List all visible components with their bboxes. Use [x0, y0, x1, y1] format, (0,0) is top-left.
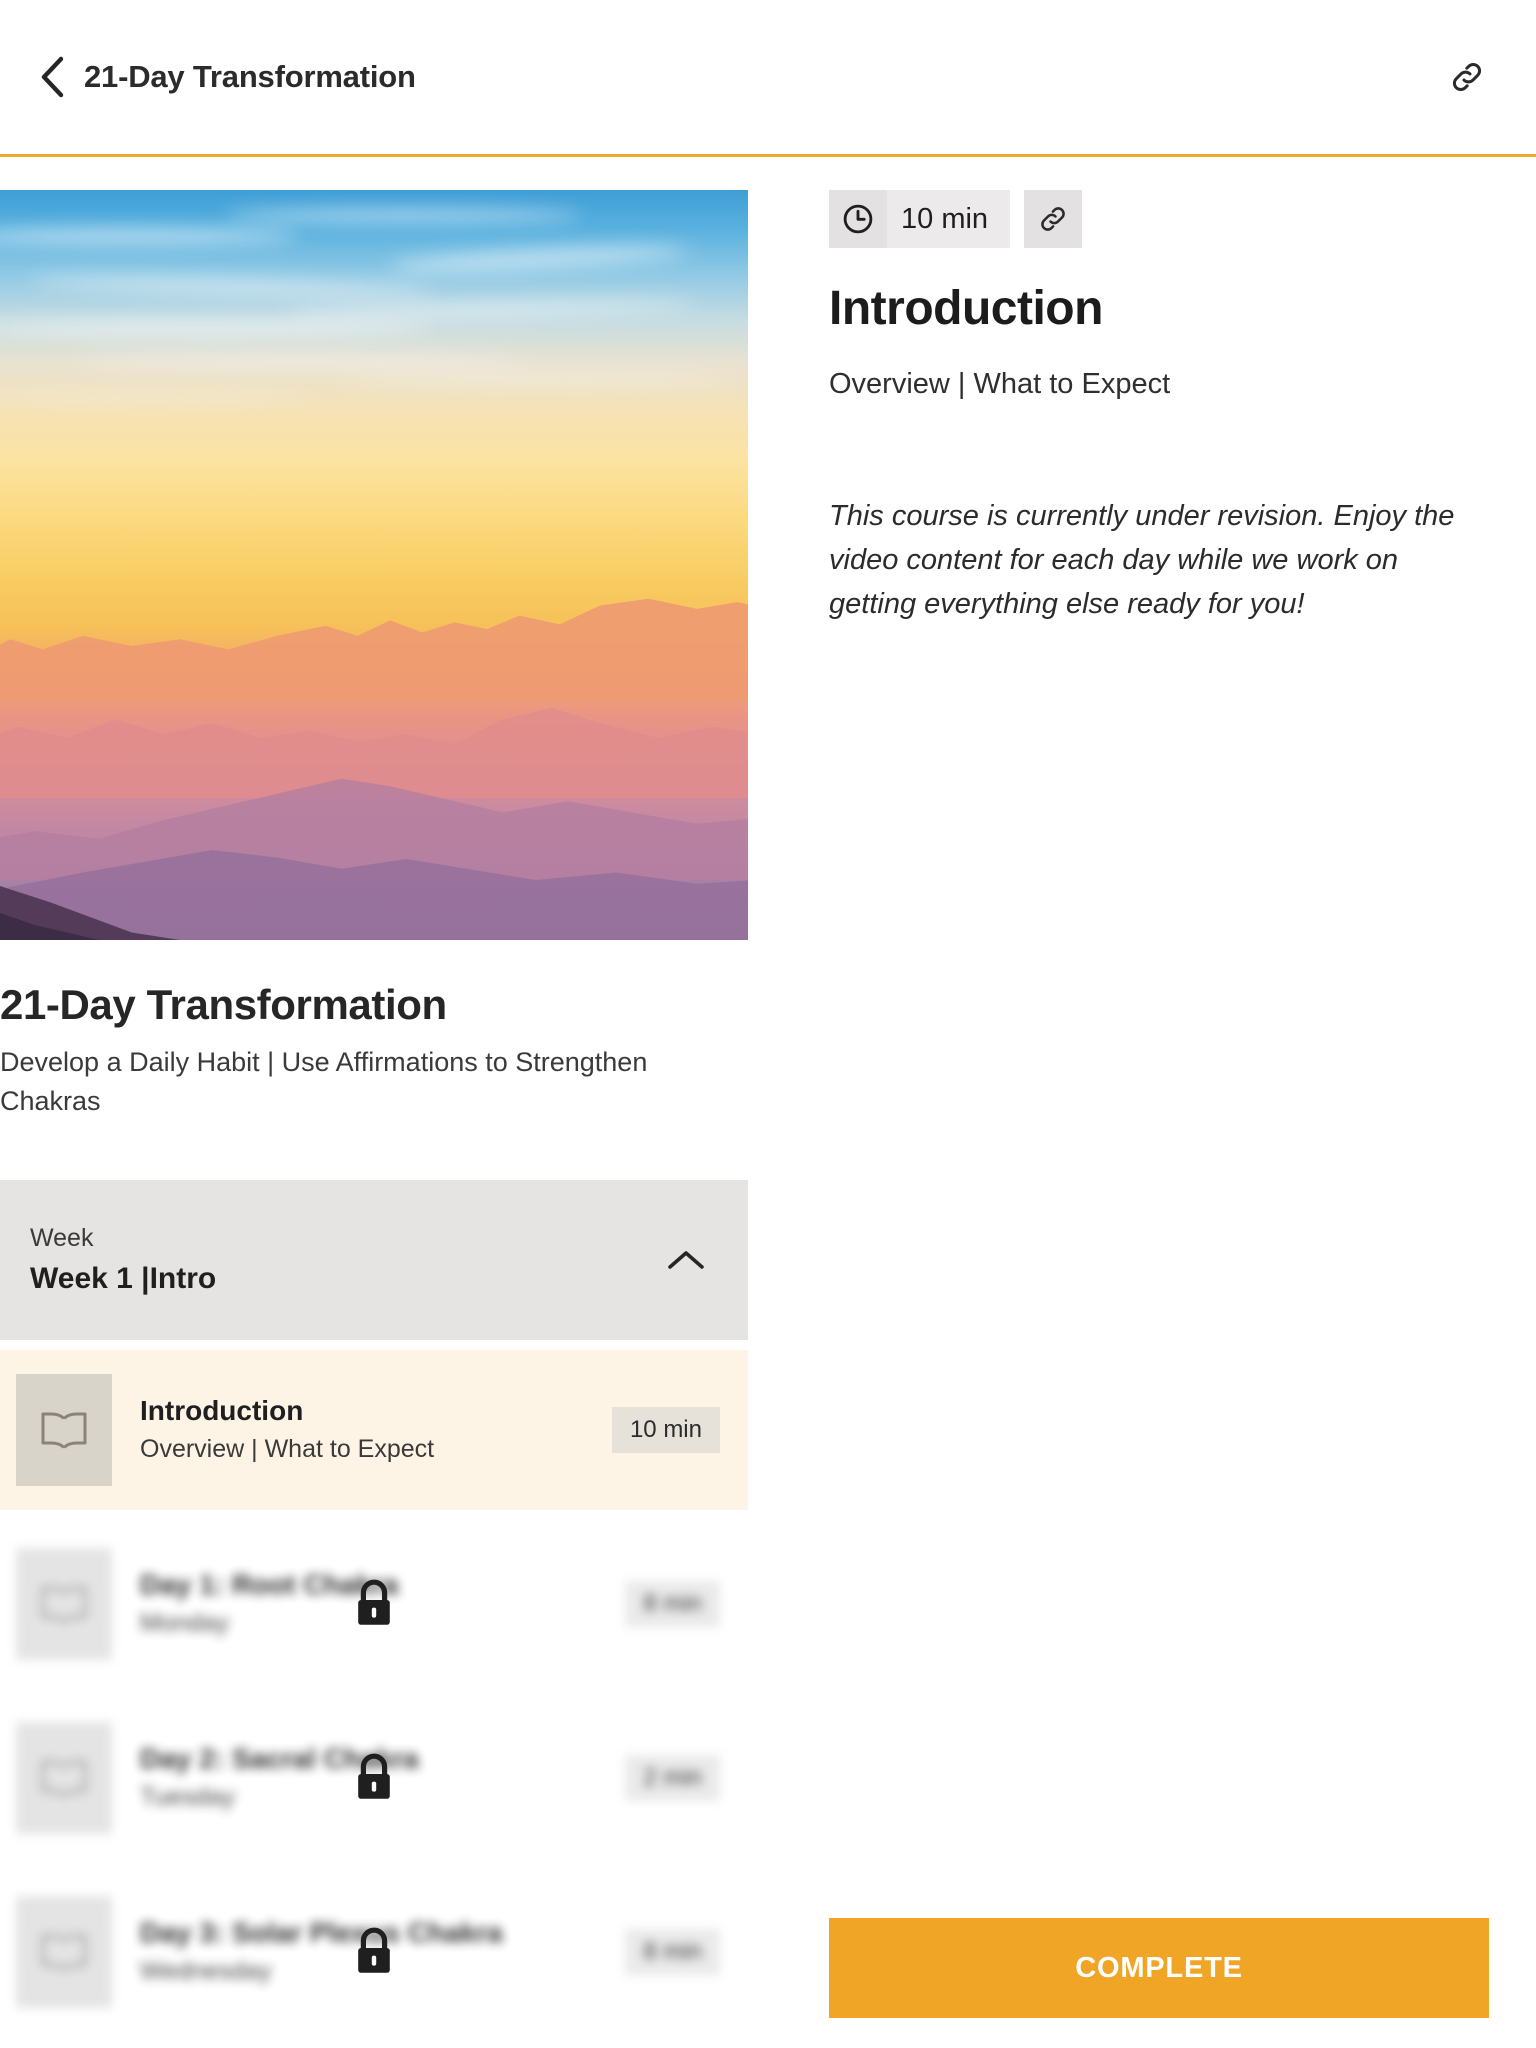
book-icon	[41, 1412, 87, 1449]
lesson-thumbnail	[16, 1548, 112, 1661]
lesson-subtitle: Tuesday	[140, 1783, 235, 1812]
link-icon	[1041, 207, 1065, 231]
lesson-duration-badge: 10 min	[611, 1407, 720, 1454]
lesson-row-introduction[interactable]: Introduction Overview | What to Expect 1…	[0, 1350, 748, 1511]
course-info: 21-Day Transformation Develop a Daily Ha…	[0, 940, 748, 1120]
lesson-subheading: Overview | What to Expect	[829, 368, 1171, 401]
lesson-detail-panel: 10 min Introduction Overview | What to E…	[829, 190, 1489, 2048]
week-text-group: Week Week 1 |Intro	[30, 1223, 664, 1296]
course-sidebar: 21-Day Transformation Develop a Daily Ha…	[0, 190, 748, 2048]
lesson-row-day-3[interactable]: Day 3: Solar Plexus Chakra Wednesday 8 m…	[0, 1872, 748, 2033]
duration-text: 10 min	[901, 202, 989, 235]
revision-note: This course is currently under revision.…	[829, 500, 1455, 621]
lesson-title: Introduction	[140, 1395, 304, 1427]
lesson-thumbnail	[16, 1374, 112, 1487]
lesson-thumbnail	[16, 1722, 112, 1835]
back-button[interactable]	[34, 55, 70, 99]
list-divider	[0, 1858, 748, 1873]
lesson-title: Day 1: Root Chakra	[140, 1569, 399, 1601]
lesson-subtitle: Overview | What to Expect	[140, 1435, 435, 1464]
chevron-left-icon	[41, 56, 64, 98]
week-collapse-toggle[interactable]	[664, 1238, 708, 1282]
lesson-duration-badge: 8 min	[625, 1929, 720, 1976]
slope-dark	[0, 885, 181, 940]
list-divider	[0, 1510, 748, 1525]
book-icon	[41, 1934, 87, 1971]
lesson-row-day-2[interactable]: Day 2: Sacral Chakra Tuesday 2 min	[0, 1698, 748, 1859]
lesson-text-group: Day 1: Root Chakra Monday	[140, 1568, 625, 1639]
share-link-button[interactable]	[1444, 54, 1490, 100]
week-label: Week	[30, 1224, 94, 1253]
lesson-text-group: Day 3: Solar Plexus Chakra Wednesday	[140, 1916, 625, 1987]
book-icon	[41, 1760, 87, 1797]
course-player-screen: 21-Day Transformation 21-Day Transformat…	[0, 0, 1536, 2048]
page-title: 21-Day Transformation	[84, 59, 416, 94]
chevron-up-icon	[668, 1251, 704, 1269]
course-hero-image	[0, 190, 748, 940]
link-icon	[1453, 63, 1481, 91]
lesson-subtitle: Wednesday	[140, 1957, 272, 1986]
lesson-row-day-1[interactable]: Day 1: Root Chakra Monday 8 min	[0, 1524, 748, 1685]
week-accordion-header[interactable]: Week Week 1 |Intro	[0, 1180, 748, 1341]
book-icon	[41, 1586, 87, 1623]
lesson-subtitle: Monday	[140, 1609, 229, 1638]
lesson-duration-badge: 2 min	[625, 1755, 720, 1802]
app-header: 21-Day Transformation	[0, 0, 1536, 157]
lesson-text-group: Introduction Overview | What to Expect	[140, 1394, 612, 1465]
course-subtitle: Develop a Daily Habit | Use Affirmations…	[0, 1047, 648, 1116]
lesson-title: Day 2: Sacral Chakra	[140, 1743, 419, 1775]
lesson-title: Day 3: Solar Plexus Chakra	[140, 1917, 503, 1949]
week-value: Week 1 |Intro	[30, 1261, 217, 1295]
clock-icon	[843, 204, 873, 234]
list-divider	[0, 1684, 748, 1699]
lesson-meta-row: 10 min	[829, 190, 1489, 248]
lesson-list: Introduction Overview | What to Expect 1…	[0, 1350, 748, 2048]
lesson-text-group: Day 2: Sacral Chakra Tuesday	[140, 1742, 625, 1813]
course-title: 21-Day Transformation	[0, 981, 447, 1028]
complete-button[interactable]: COMPLETE	[829, 1918, 1489, 2018]
lesson-duration-badge: 8 min	[625, 1581, 720, 1628]
lesson-heading: Introduction	[829, 282, 1103, 335]
lesson-thumbnail	[16, 1896, 112, 2009]
duration-chip: 10 min	[829, 190, 1011, 248]
clock-icon-box	[829, 190, 887, 248]
list-divider	[0, 2032, 748, 2047]
lesson-share-button[interactable]	[1024, 190, 1083, 248]
